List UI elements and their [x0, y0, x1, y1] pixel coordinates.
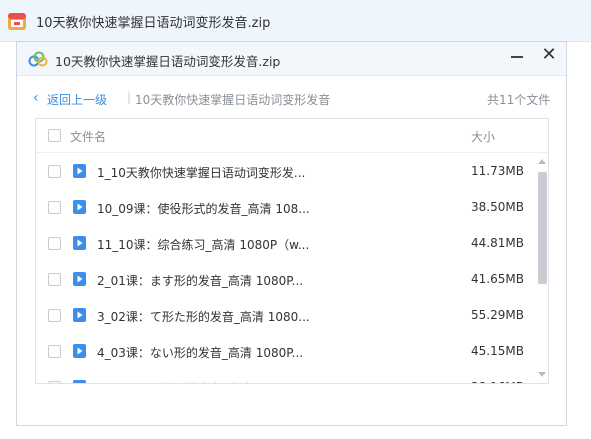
file-size: 41.65MB: [471, 272, 524, 286]
video-file-icon: [73, 380, 86, 383]
app-title-bar: 10天教你快速掌握日语动词变形发音.zip: [0, 0, 591, 42]
file-size: 11.73MB: [471, 164, 524, 178]
file-name: 3_02课：て形た形的发音_高清 1080...: [97, 310, 310, 324]
window-title: 10天教你快速掌握日语动词变形发音.zip: [36, 16, 271, 31]
file-name: 4_03课：ない形的发音_高清 1080P...: [97, 346, 304, 360]
archive-app-icon: [8, 13, 26, 30]
row-checkbox[interactable]: [48, 165, 61, 178]
file-name: 1_10天教你快速掌握日语动词变形发...: [97, 166, 306, 180]
table-row[interactable]: 3_02课：て形た形的发音_高清 1080... 55.29MB: [36, 298, 536, 334]
breadcrumb-current: 10天教你快速掌握日语动词变形发音: [135, 93, 331, 107]
file-name: 2_01课：ます形的发音_高清 1080P...: [97, 274, 304, 288]
breadcrumb-separator: |: [127, 90, 132, 104]
row-checkbox[interactable]: [48, 309, 61, 322]
video-file-icon: [73, 272, 86, 286]
row-checkbox[interactable]: [48, 201, 61, 214]
row-checkbox[interactable]: [48, 237, 61, 250]
zip-preview-dialog: 10天教你快速掌握日语动词变形发音.zip ✕ ‹ 返回上一级 | 10天教你快…: [16, 41, 567, 426]
video-file-icon: [73, 200, 86, 214]
select-all-checkbox[interactable]: [48, 129, 61, 142]
table-header: 文件名 大小: [36, 119, 548, 153]
table-row[interactable]: 1_10天教你快速掌握日语动词变形发... 11.73MB: [36, 154, 536, 190]
row-checkbox[interactable]: [48, 273, 61, 286]
file-name: 10_09课：使役形式的发音_高清 108...: [97, 202, 310, 216]
table-row[interactable]: 10_09课：使役形式的发音_高清 108... 38.50MB: [36, 190, 536, 226]
minimize-button[interactable]: [507, 45, 527, 67]
table-row[interactable]: 5_04课：ぼ命形的发音_高清 1080P 38.16MB: [36, 370, 536, 383]
file-size: 44.81MB: [471, 236, 524, 250]
file-name: 5_04课：ぼ命形的发音_高清 1080P: [97, 380, 294, 383]
dialog-header: 10天教你快速掌握日语动词变形发音.zip ✕: [17, 42, 566, 76]
scrollbar[interactable]: [536, 159, 548, 379]
video-file-icon: [73, 344, 86, 358]
scroll-up-arrow-icon[interactable]: [538, 159, 546, 164]
close-button[interactable]: ✕: [538, 44, 560, 66]
video-file-icon: [73, 308, 86, 322]
row-checkbox[interactable]: [48, 345, 61, 358]
video-file-icon: [73, 236, 86, 250]
chevron-left-icon[interactable]: ‹: [33, 90, 39, 106]
table-row[interactable]: 2_01课：ます形的发音_高清 1080P... 41.65MB: [36, 262, 536, 298]
file-size: 45.15MB: [471, 344, 524, 358]
column-header-size[interactable]: 大小: [471, 128, 495, 145]
file-count: 共11个文件: [487, 93, 551, 107]
table-row[interactable]: 4_03课：ない形的发音_高清 1080P... 45.15MB: [36, 334, 536, 370]
dialog-title: 10天教你快速掌握日语动词变形发音.zip: [55, 54, 281, 69]
cloud-logo-icon: [28, 51, 48, 67]
scroll-down-arrow-icon[interactable]: [538, 372, 546, 377]
file-name: 11_10课：综合练习_高清 1080P（w...: [97, 238, 310, 252]
file-size: 38.16MB: [471, 380, 524, 383]
file-table: 文件名 大小 1_10天教你快速掌握日语动词变形发... 11.73MB 10_09…: [35, 118, 549, 384]
column-header-name[interactable]: 文件名: [70, 128, 106, 145]
table-row[interactable]: 11_10课：综合练习_高清 1080P（w... 44.81MB: [36, 226, 536, 262]
scrollbar-thumb[interactable]: [538, 172, 547, 284]
video-file-icon: [73, 164, 86, 178]
back-button[interactable]: 返回上一级: [47, 91, 107, 108]
file-size: 55.29MB: [471, 308, 524, 322]
file-size: 38.50MB: [471, 200, 524, 214]
row-checkbox[interactable]: [48, 381, 61, 383]
